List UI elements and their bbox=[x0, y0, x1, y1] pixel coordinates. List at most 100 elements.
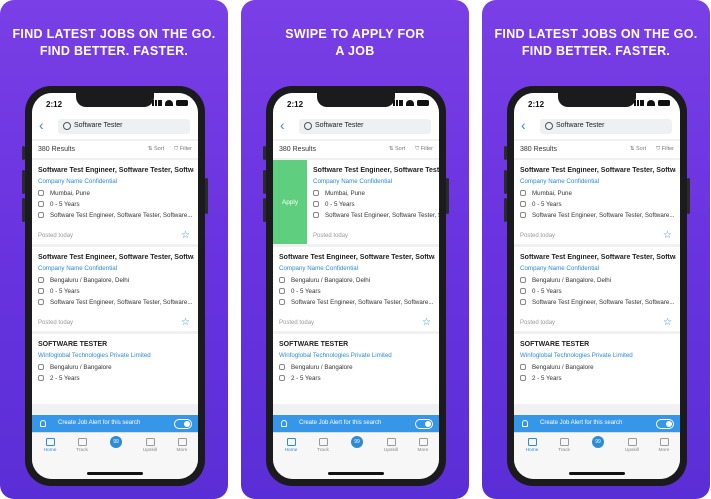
results-header: 380 Results ⇅ Sort ⛉ Filter bbox=[32, 141, 198, 158]
job-card[interactable]: SOFTWARE TESTER Winfoglobal Technologies … bbox=[514, 334, 680, 404]
experience-text: 0 - 5 Years bbox=[50, 288, 80, 295]
job-title[interactable]: SOFTWARE TESTER bbox=[38, 341, 194, 348]
save-star-icon[interactable]: ☆ bbox=[181, 230, 190, 241]
tab-label: More bbox=[658, 448, 670, 453]
job-card[interactable]: SOFTWARE TESTER Winfoglobal Technologies … bbox=[273, 334, 439, 404]
tab-more[interactable]: More bbox=[168, 438, 196, 453]
filter-button[interactable]: ⛉ Filter bbox=[174, 146, 192, 153]
job-title[interactable]: Software Test Engineer, Software Tester,… bbox=[38, 254, 194, 261]
sort-button[interactable]: ⇅ Sort bbox=[630, 146, 646, 153]
job-card[interactable]: Apply Software Test Engineer, Software Te… bbox=[273, 160, 439, 244]
tab-track[interactable]: Track bbox=[68, 438, 96, 453]
location-text: Bengaluru / Bangalore, Delhi bbox=[50, 277, 130, 284]
company-name[interactable]: Company Name Confidential bbox=[520, 265, 599, 272]
job-alert-toggle[interactable] bbox=[174, 419, 192, 429]
job-alert-bar[interactable]: Create Job Alert for this search bbox=[273, 415, 439, 433]
headline: FIND LATEST JOBS ON THE GO. FIND BETTER. … bbox=[0, 26, 228, 60]
filter-button[interactable]: ⛉ Filter bbox=[415, 146, 433, 153]
tab-home[interactable]: Home bbox=[36, 438, 64, 453]
save-star-icon[interactable]: ☆ bbox=[663, 317, 672, 328]
tab-upskill[interactable]: Upskill bbox=[618, 438, 646, 453]
job-title[interactable]: Software Test Engineer, Software Tester,… bbox=[279, 254, 435, 261]
experience-text: 0 - 5 Years bbox=[291, 288, 321, 295]
wifi-icon bbox=[647, 100, 655, 106]
tab-home[interactable]: Home bbox=[277, 438, 305, 453]
job-title[interactable]: Software Test Engineer, Software Tester,… bbox=[38, 167, 194, 174]
job-title[interactable]: SOFTWARE TESTER bbox=[520, 341, 676, 348]
apply-button[interactable]: Apply bbox=[273, 160, 307, 244]
job-card[interactable]: Software Test Engineer, Software Tester,… bbox=[514, 247, 680, 331]
job-card[interactable]: Software Test Engineer, Software Tester,… bbox=[273, 247, 439, 331]
company-name[interactable]: Winfoglobal Technologies Private Limited bbox=[279, 352, 392, 359]
search-input[interactable]: Software Tester bbox=[299, 119, 431, 134]
job-card[interactable]: Software Test Engineer, Software Tester,… bbox=[32, 160, 198, 244]
tab-home[interactable]: Home bbox=[518, 438, 546, 453]
signal-icon bbox=[152, 100, 162, 106]
search-input[interactable]: Software Tester bbox=[540, 119, 672, 134]
company-name[interactable]: Company Name Confidential bbox=[520, 178, 599, 185]
notification-badge: 99 bbox=[110, 436, 122, 448]
save-star-icon[interactable]: ☆ bbox=[181, 317, 190, 328]
status-time: 2:12 bbox=[528, 100, 545, 109]
filter-button[interactable]: ⛉ Filter bbox=[656, 146, 674, 153]
skills-text: Software Test Engineer, Software Tester,… bbox=[532, 299, 675, 306]
tab-notifications[interactable]: 99 bbox=[584, 436, 612, 450]
signal-icon bbox=[393, 100, 403, 106]
location-row: Bengaluru / Bangalore, Delhi bbox=[520, 277, 676, 284]
company-name[interactable]: Winfoglobal Technologies Private Limited bbox=[38, 352, 151, 359]
job-title[interactable]: SOFTWARE TESTER bbox=[279, 341, 435, 348]
save-star-icon[interactable]: ☆ bbox=[422, 317, 431, 328]
job-alert-toggle[interactable] bbox=[415, 419, 433, 429]
location-text: Mumbai, Pune bbox=[50, 190, 90, 197]
skills-row: Software Test Engineer, Software Tester,… bbox=[38, 299, 194, 306]
company-name[interactable]: Company Name Confidential bbox=[38, 178, 117, 185]
save-star-icon[interactable]: ☆ bbox=[663, 230, 672, 241]
tab-upskill[interactable]: Upskill bbox=[136, 438, 164, 453]
job-alert-bar[interactable]: Create Job Alert for this search bbox=[32, 415, 198, 433]
sort-button[interactable]: ⇅ Sort bbox=[389, 146, 405, 153]
skills-row: Software Test Engineer, Software Tester,… bbox=[313, 212, 439, 219]
location-text: Bengaluru / Bangalore, Delhi bbox=[291, 277, 371, 284]
tab-upskill[interactable]: Upskill bbox=[377, 438, 405, 453]
job-title[interactable]: Software Test Engineer, Software Tester,… bbox=[313, 167, 439, 174]
experience-text: 0 - 5 Years bbox=[532, 288, 562, 295]
home-indicator bbox=[569, 472, 625, 475]
job-alert-toggle[interactable] bbox=[656, 419, 674, 429]
job-card[interactable]: Software Test Engineer, Software Tester,… bbox=[514, 160, 680, 244]
notch bbox=[76, 93, 154, 107]
tab-label: Track bbox=[558, 448, 570, 453]
tab-more[interactable]: More bbox=[409, 438, 437, 453]
headline: FIND LATEST JOBS ON THE GO. FIND BETTER. … bbox=[482, 26, 710, 60]
company-name[interactable]: Company Name Confidential bbox=[38, 265, 117, 272]
tab-notifications[interactable]: 99 bbox=[343, 436, 371, 450]
sort-button[interactable]: ⇅ Sort bbox=[148, 146, 164, 153]
job-card-content[interactable]: Software Test Engineer, Software Tester,… bbox=[307, 160, 439, 244]
company-name[interactable]: Company Name Confidential bbox=[279, 265, 358, 272]
tag-icon bbox=[279, 299, 285, 305]
job-title[interactable]: Software Test Engineer, Software Tester,… bbox=[520, 254, 676, 261]
job-card[interactable]: Software Test Engineer, Software Tester,… bbox=[32, 247, 198, 331]
tab-label: Upskill bbox=[624, 448, 640, 453]
tab-track[interactable]: Track bbox=[550, 438, 578, 453]
tab-notifications[interactable]: 99 bbox=[102, 436, 130, 450]
location-row: Bengaluru / Bangalore bbox=[520, 364, 676, 371]
back-arrow-icon[interactable]: ‹ bbox=[280, 117, 285, 133]
company-name[interactable]: Winfoglobal Technologies Private Limited bbox=[520, 352, 633, 359]
company-name[interactable]: Company Name Confidential bbox=[313, 178, 392, 185]
job-alert-bar[interactable]: Create Job Alert for this search bbox=[514, 415, 680, 433]
back-arrow-icon[interactable]: ‹ bbox=[521, 117, 526, 133]
job-card[interactable]: SOFTWARE TESTER Winfoglobal Technologies … bbox=[32, 334, 198, 404]
posted-date: Posted today bbox=[38, 233, 74, 239]
results-count: 380 Results bbox=[520, 146, 557, 153]
tab-label: Track bbox=[76, 448, 88, 453]
job-title[interactable]: Software Test Engineer, Software Tester,… bbox=[520, 167, 676, 174]
location-icon bbox=[38, 190, 44, 196]
tag-icon bbox=[38, 212, 44, 218]
tab-track[interactable]: Track bbox=[309, 438, 337, 453]
tab-more[interactable]: More bbox=[650, 438, 678, 453]
search-input[interactable]: Software Tester bbox=[58, 119, 190, 134]
back-arrow-icon[interactable]: ‹ bbox=[39, 117, 44, 133]
skills-row: Software Test Engineer, Software Tester,… bbox=[520, 299, 676, 306]
location-text: Bengaluru / Bangalore bbox=[291, 364, 353, 371]
briefcase-icon bbox=[520, 201, 526, 207]
